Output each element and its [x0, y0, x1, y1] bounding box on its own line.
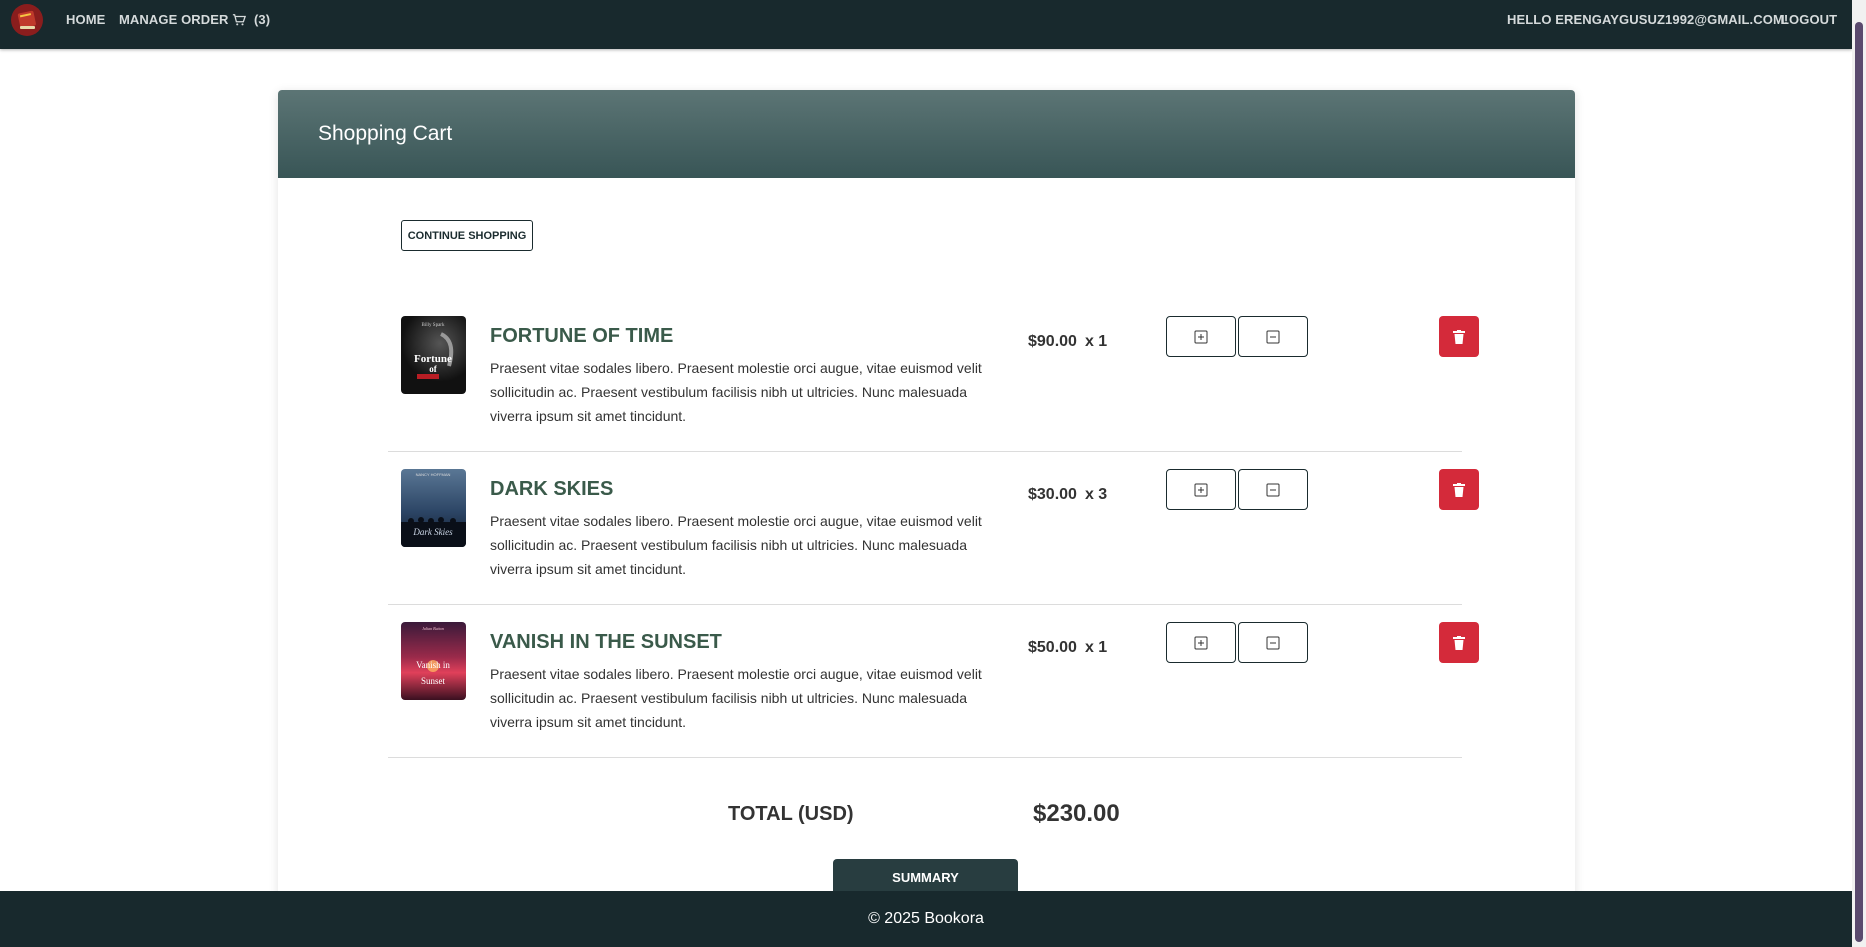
item-title[interactable]: FORTUNE OF TIME — [490, 325, 673, 348]
vertical-scrollbar[interactable] — [1852, 0, 1866, 947]
item-quantity: x 1 — [1084, 333, 1108, 350]
page-footer: © 2025 Bookora — [0, 891, 1852, 947]
footer-copyright: © 2025 Bookora — [868, 910, 984, 927]
plus-square-icon — [1194, 636, 1208, 649]
item-title[interactable]: VANISH IN THE SUNSET — [490, 631, 722, 654]
minus-square-icon — [1266, 330, 1280, 343]
increase-quantity-button[interactable] — [1166, 622, 1236, 663]
svg-text:Sunset: Sunset — [421, 676, 446, 686]
logout-link[interactable]: LOGOUT — [1781, 12, 1837, 27]
item-price: $90.00 — [1028, 333, 1077, 350]
total-value: $230.00 — [1033, 800, 1120, 827]
cart-count: (3) — [254, 12, 271, 27]
trash-icon — [1453, 635, 1465, 650]
item-price-group: $30.00 x 3 — [1028, 486, 1107, 504]
card-header: Shopping Cart — [278, 90, 1575, 178]
item-price-group: $50.00 x 1 — [1028, 639, 1107, 657]
item-price-group: $90.00 x 1 — [1028, 333, 1107, 351]
cart-item: Julian Button Vanish in Sunset VANISH IN… — [388, 605, 1479, 758]
book-cover-image: Billy Spark Fortune of — [401, 316, 466, 394]
user-greeting: HELLO ERENGAYGUSUZ1992@GMAIL.COM! — [1507, 12, 1789, 27]
plus-square-icon — [1194, 483, 1208, 496]
cart-item: Billy Spark Fortune of FORTUNE OF TIME P… — [388, 299, 1479, 452]
item-quantity: x 3 — [1084, 486, 1108, 503]
item-description: Praesent vitae sodales libero. Praesent … — [490, 666, 982, 730]
cover-author: Billy Spark — [422, 323, 445, 328]
continue-shopping-button[interactable]: CONTINUE SHOPPING — [401, 220, 533, 251]
trash-icon — [1453, 329, 1465, 344]
svg-text:of: of — [429, 364, 438, 374]
decrease-quantity-button[interactable] — [1238, 469, 1308, 510]
item-price: $30.00 — [1028, 486, 1077, 503]
item-description: Praesent vitae sodales libero. Praesent … — [490, 360, 982, 424]
delete-item-button[interactable] — [1439, 622, 1479, 663]
book-cover-image: NANCY HOFFMAN Dark Skies — [401, 469, 466, 547]
nav-manage-order-link[interactable]: MANAGE ORDER — [119, 12, 229, 27]
bookora-logo[interactable] — [11, 4, 43, 36]
increase-quantity-button[interactable] — [1166, 316, 1236, 357]
book-cover-image: Julian Button Vanish in Sunset — [401, 622, 466, 700]
book-logo-icon — [17, 10, 36, 29]
decrease-quantity-button[interactable] — [1238, 316, 1308, 357]
item-price: $50.00 — [1028, 639, 1077, 656]
minus-square-icon — [1266, 636, 1280, 649]
cover-title: Dark Skies — [412, 527, 453, 537]
minus-square-icon — [1266, 483, 1280, 496]
plus-square-icon — [1194, 330, 1208, 343]
decrease-quantity-button[interactable] — [1238, 622, 1308, 663]
top-navbar: HOME MANAGE ORDER (3) HELLO ERENGAYGUSUZ… — [0, 0, 1852, 49]
cart-item: NANCY HOFFMAN Dark Skies DARK SKIES Prae… — [388, 452, 1479, 605]
scrollbar-thumb[interactable] — [1855, 22, 1863, 942]
nav-home-link[interactable]: HOME — [66, 12, 105, 27]
item-description: Praesent vitae sodales libero. Praesent … — [490, 513, 982, 577]
cart-icon — [232, 13, 246, 25]
item-quantity: x 1 — [1084, 639, 1108, 656]
delete-item-button[interactable] — [1439, 469, 1479, 510]
svg-text:Vanish in: Vanish in — [416, 660, 450, 670]
delete-item-button[interactable] — [1439, 316, 1479, 357]
cover-author: NANCY HOFFMAN — [416, 472, 451, 477]
item-title[interactable]: DARK SKIES — [490, 478, 613, 501]
nav-cart-link[interactable]: (3) — [232, 12, 270, 27]
cover-author: Julian Button — [422, 626, 444, 631]
increase-quantity-button[interactable] — [1166, 469, 1236, 510]
page-title: Shopping Cart — [318, 122, 453, 145]
shopping-cart-card: Shopping Cart CONTINUE SHOPPING Billy Sp… — [278, 90, 1575, 947]
total-label: TOTAL (USD) — [728, 803, 854, 825]
trash-icon — [1453, 482, 1465, 497]
